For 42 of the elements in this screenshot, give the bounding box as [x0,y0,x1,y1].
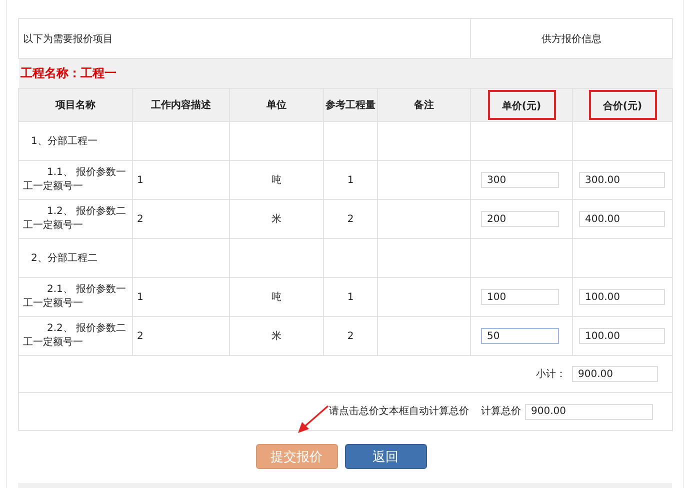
table-cell: 1 [347,174,354,186]
total-field[interactable]: 900.00 [525,404,653,420]
group-name: 2、分部工程二 [30,252,98,265]
section-label: 供方报价信息 [542,34,602,44]
table-cell: 1 [137,174,144,186]
unit-price-field[interactable]: 300 [481,172,559,188]
table-cell: 米 [272,331,282,342]
total-price-field[interactable]: 100.00 [579,289,665,305]
total-price-field[interactable]: 400.00 [579,211,665,227]
table-cell: 2 [137,330,144,342]
table-cell: 米 [272,214,282,225]
unit-price-field[interactable]: 200 [481,211,559,227]
column-header: 工作内容描述 [151,98,211,112]
item-name: 2.2、 报价参数二工一定额号一 [22,322,128,350]
total-hint: 请点击总价文本框自动计算总价 [329,406,469,417]
item-name: 1.2、 报价参数二工一定额号一 [22,205,128,233]
table-cell: 1 [137,292,144,302]
unit-price-field[interactable]: 50 [481,328,559,344]
project-name: 工程名称：工程一 [20,66,116,80]
total-label: 计算总价 [481,406,521,417]
table-cell: 吨 [272,175,282,186]
column-header: 单位 [266,98,286,112]
group-name: 1、分部工程一 [30,134,98,148]
unit-price-field[interactable]: 100 [481,289,559,305]
item-name: 1.1、 报价参数一工一定额号一 [22,166,128,194]
highlighted-column-header: 单价(元) [488,90,556,120]
section-label: 以下为需要报价项目 [23,34,113,44]
highlighted-column-header: 合价(元) [588,90,656,120]
item-name: 2.1、 报价参数一工一定额号一 [22,283,128,311]
back-button[interactable]: 返回 [344,444,426,469]
column-header: 参考工程量 [326,98,376,112]
total-price-field[interactable]: 100.00 [579,328,665,344]
table-cell: 2 [137,214,144,224]
subtotal-label: 小计： [536,368,566,380]
table-cell: 2 [347,214,354,224]
subtotal-field[interactable]: 900.00 [572,366,658,382]
column-header: 项目名称 [56,98,96,112]
table-cell: 1 [347,292,354,302]
table-cell: 吨 [272,292,282,303]
total-price-field[interactable]: 300.00 [579,172,665,188]
table-cell: 2 [347,330,354,342]
column-header: 备注 [414,98,434,112]
